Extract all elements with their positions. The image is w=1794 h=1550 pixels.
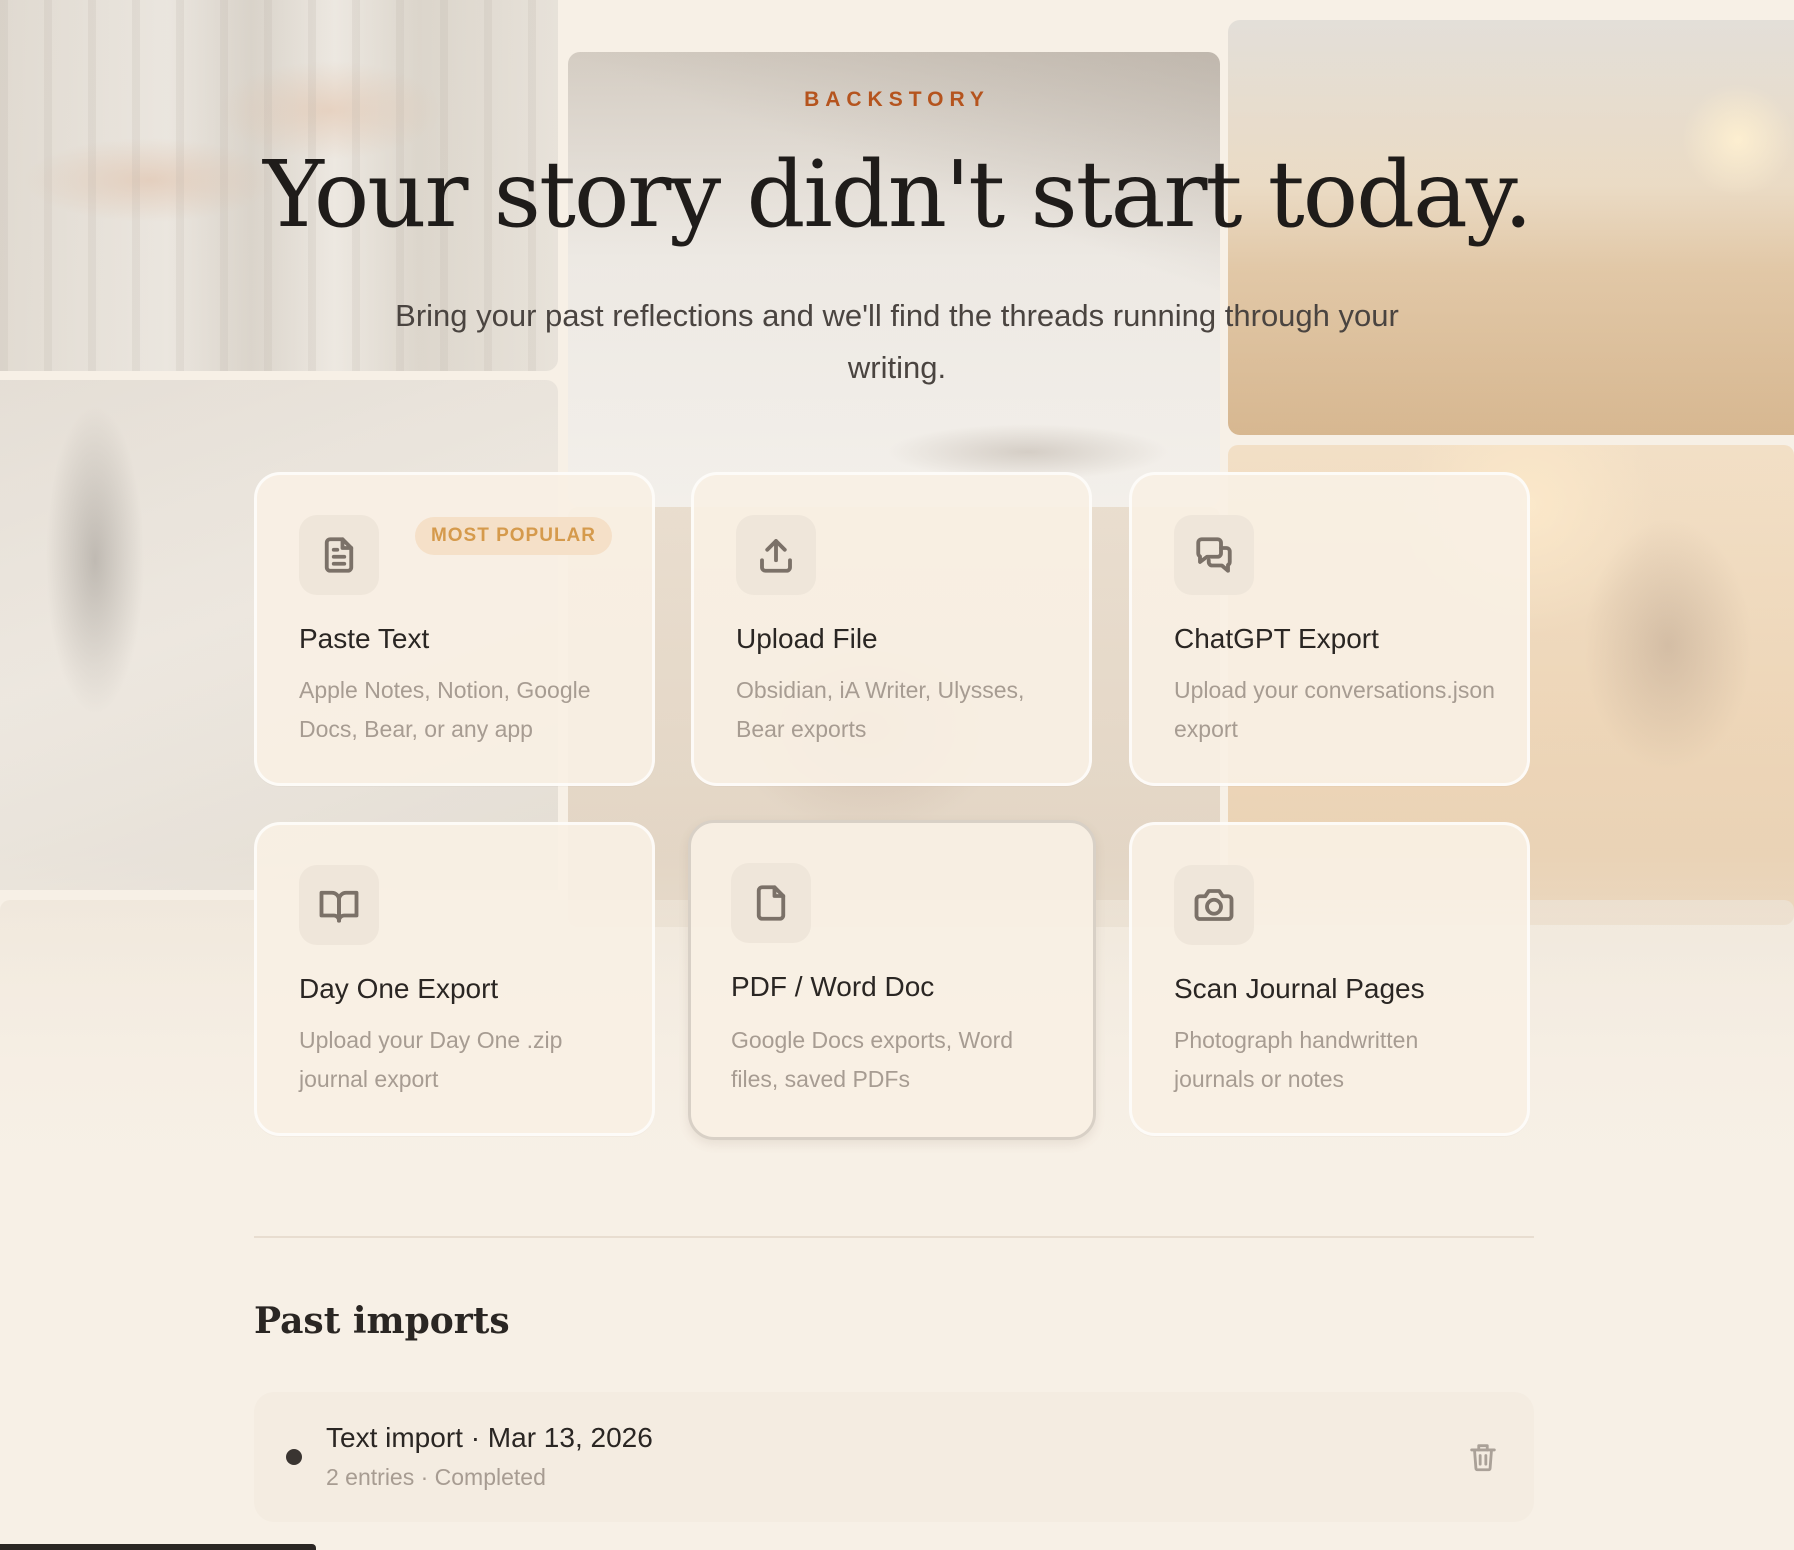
camera-icon — [1174, 865, 1254, 945]
page-title: Your story didn't start today. — [263, 141, 1533, 248]
section-divider — [254, 1236, 1534, 1238]
source-description: Photograph handwritten journals or notes — [1174, 1027, 1419, 1092]
source-title: PDF / Word Doc — [731, 971, 935, 1002]
upload-icon — [736, 515, 816, 595]
source-card-chatgpt-export[interactable]: ChatGPT Export Upload your conversations… — [1129, 472, 1530, 786]
chat-bubbles-icon — [1174, 515, 1254, 595]
source-title: Scan Journal Pages — [1174, 973, 1425, 1004]
source-description: Apple Notes, Notion, Google Docs, Bear, … — [299, 677, 591, 742]
book-open-icon — [299, 865, 379, 945]
source-title: Day One Export — [299, 973, 499, 1004]
source-title: Paste Text — [299, 623, 430, 654]
source-card-day-one-export[interactable]: Day One Export Upload your Day One .zip … — [254, 822, 655, 1136]
source-card-pdf-word-doc[interactable]: PDF / Word Doc Google Docs exports, Word… — [688, 820, 1096, 1140]
source-description: Obsidian, iA Writer, Ulysses, Bear expor… — [736, 677, 1025, 742]
trash-icon[interactable] — [1466, 1440, 1500, 1474]
eyebrow-label: BACKSTORY — [804, 88, 990, 111]
bottom-scroll-indicator — [0, 1544, 316, 1550]
source-description: Upload your conversations.json export — [1174, 677, 1495, 742]
status-dot — [286, 1449, 302, 1465]
most-popular-badge: MOST POPULAR — [414, 517, 612, 555]
file-icon — [731, 863, 811, 943]
source-title: ChatGPT Export — [1174, 623, 1379, 654]
document-text-icon — [299, 515, 379, 595]
source-card-upload-file[interactable]: Upload File Obsidian, iA Writer, Ulysses… — [691, 472, 1092, 786]
page-subtitle: Bring your past reflections and we'll fi… — [395, 298, 1399, 385]
import-subtitle: 2 entries · Completed — [326, 1464, 546, 1490]
past-import-row: Text import · Mar 13, 2026 2 entries · C… — [254, 1392, 1534, 1522]
source-card-paste-text[interactable]: MOST POPULAR Paste Text Apple Notes, Not… — [254, 472, 655, 786]
source-card-scan-journal-pages[interactable]: Scan Journal Pages Photograph handwritte… — [1129, 822, 1530, 1136]
import-title: Text import · Mar 13, 2026 — [326, 1422, 653, 1453]
source-description: Google Docs exports, Word files, saved P… — [731, 1027, 1014, 1092]
past-imports-heading: Past imports — [254, 1300, 510, 1342]
source-title: Upload File — [736, 623, 878, 654]
source-description: Upload your Day One .zip journal export — [299, 1027, 563, 1092]
